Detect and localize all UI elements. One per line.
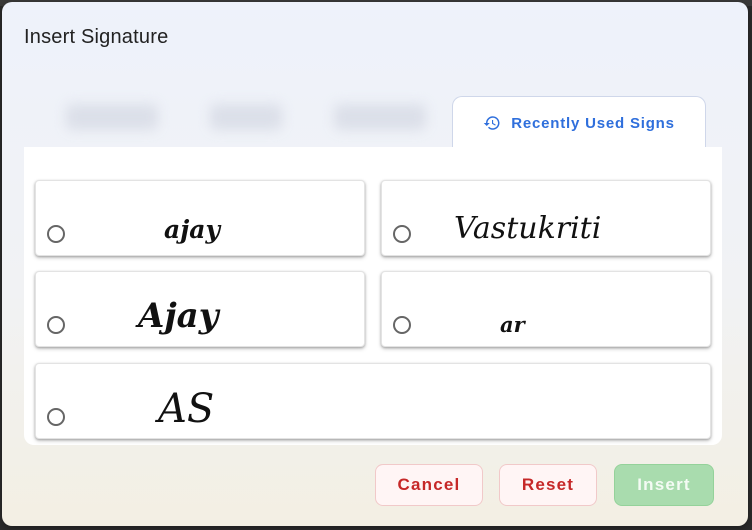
signature-radio[interactable] [393,316,411,334]
signature-card-ajay-2[interactable]: Ajay [35,271,365,347]
signature-tabs: Recently Used Signs [24,94,724,149]
signature-radio[interactable] [47,316,65,334]
signature-card-as[interactable]: AS [35,363,711,439]
signature-image: ajay [164,215,220,244]
reset-button[interactable]: Reset [499,464,597,506]
tab-blurred-2[interactable] [210,104,282,130]
signature-image: Vastukriti [454,211,602,246]
tab-blurred-1[interactable] [66,104,158,130]
tab-recently-used-signs[interactable]: Recently Used Signs [452,96,706,149]
dialog-title: Insert Signature [24,26,169,48]
signature-card-ar[interactable]: ar [381,271,711,347]
signature-image: Ajay [138,296,219,336]
signature-image: AS [158,386,215,432]
signature-radio[interactable] [47,408,65,426]
tab-blurred-3[interactable] [334,104,426,130]
signature-radio[interactable] [47,225,65,243]
cancel-button[interactable]: Cancel [375,464,483,506]
insert-signature-dialog: Insert Signature Recently Used Signs aja… [2,2,748,526]
signature-card-ajay[interactable]: ajay [35,180,365,256]
signature-radio[interactable] [393,225,411,243]
tab-label: Recently Used Signs [511,114,675,132]
signature-card-vastukriti[interactable]: Vastukriti [381,180,711,256]
insert-button[interactable]: Insert [614,464,714,506]
signature-list-panel: ajay Vastukriti Ajay ar AS [24,147,722,445]
signature-image: ar [500,312,525,337]
history-icon [483,114,501,132]
